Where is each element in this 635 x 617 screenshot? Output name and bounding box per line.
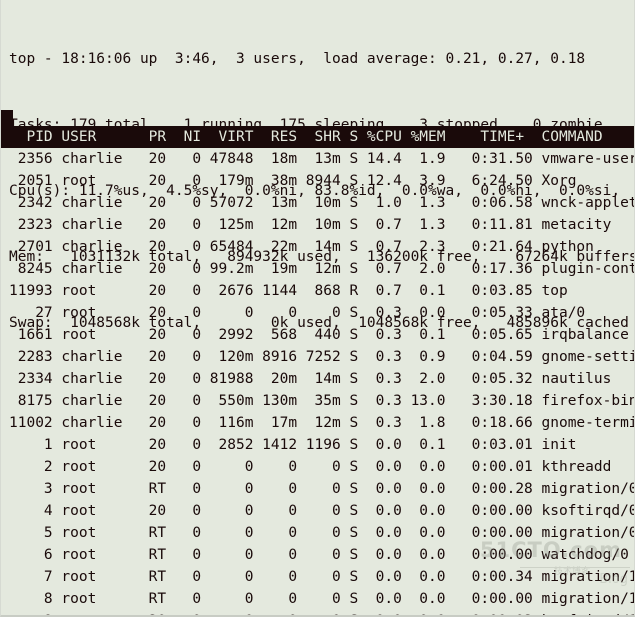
process-row: 7 root RT 0 0 0 0 S 0.0 0.0 0:00.34 migr… (9, 569, 635, 585)
process-row: 9 root 20 0 0 0 0 S 0.0 0.0 0:00.02 ksof… (9, 610, 634, 615)
process-row: 8245 charlie 20 0 99.2m 19m 12m S 0.7 2.… (9, 261, 635, 277)
process-table-body: 2356 charlie 20 0 47848 18m 13m S 14.4 1… (9, 148, 635, 615)
process-row: 2 root 20 0 0 0 0 S 0.0 0.0 0:00.01 kthr… (9, 459, 612, 475)
process-row: 2334 charlie 20 0 81988 20m 14m S 0.3 2.… (9, 371, 612, 387)
process-row: 1 root 20 0 2852 1412 1196 S 0.0 0.1 0:0… (9, 437, 577, 453)
process-row: 3 root RT 0 0 0 0 S 0.0 0.0 0:00.28 migr… (9, 481, 635, 497)
process-table-header: PID USER PR NI VIRT RES SHR S %CPU %MEM … (1, 126, 634, 148)
process-row: 2051 root 20 0 179m 38m 8944 S 12.4 3.9 … (9, 173, 577, 189)
process-row: 11002 charlie 20 0 116m 17m 12m S 0.3 1.… (9, 415, 635, 431)
process-row: 2356 charlie 20 0 47848 18m 13m S 14.4 1… (9, 151, 635, 167)
summary-line-top: top - 18:16:06 up 3:46, 3 users, load av… (9, 51, 586, 67)
process-row: 2342 charlie 20 0 57072 13m 10m S 1.0 1.… (9, 195, 635, 211)
process-row: 27 root 20 0 0 0 0 S 0.3 0.0 0:05.33 ata… (9, 305, 586, 321)
process-row: 5 root RT 0 0 0 0 S 0.0 0.0 0:00.00 migr… (9, 525, 635, 541)
process-row: 2283 charlie 20 0 120m 8916 7252 S 0.3 0… (9, 349, 635, 365)
process-row: 6 root RT 0 0 0 0 S 0.0 0.0 0:00.00 watc… (9, 547, 629, 563)
process-row: 1661 root 20 0 2992 568 440 S 0.3 0.1 0:… (9, 327, 629, 343)
terminal-window[interactable]: top - 18:16:06 up 3:46, 3 users, load av… (0, 0, 635, 617)
process-row: 2323 charlie 20 0 125m 12m 10m S 0.7 1.3… (9, 217, 612, 233)
process-row: 2701 charlie 20 0 65484 22m 14m S 0.7 2.… (9, 239, 594, 255)
process-row: 8175 charlie 20 0 550m 130m 35m S 0.3 13… (9, 393, 635, 409)
process-table-header-labels: PID USER PR NI VIRT RES SHR S %CPU %MEM … (9, 129, 603, 145)
process-row: 4 root 20 0 0 0 0 S 0.0 0.0 0:00.00 ksof… (9, 503, 635, 519)
process-row: 11993 root 20 0 2676 1144 868 R 0.7 0.1 … (9, 283, 568, 299)
process-row: 8 root RT 0 0 0 0 S 0.0 0.0 0:00.00 migr… (9, 591, 635, 607)
